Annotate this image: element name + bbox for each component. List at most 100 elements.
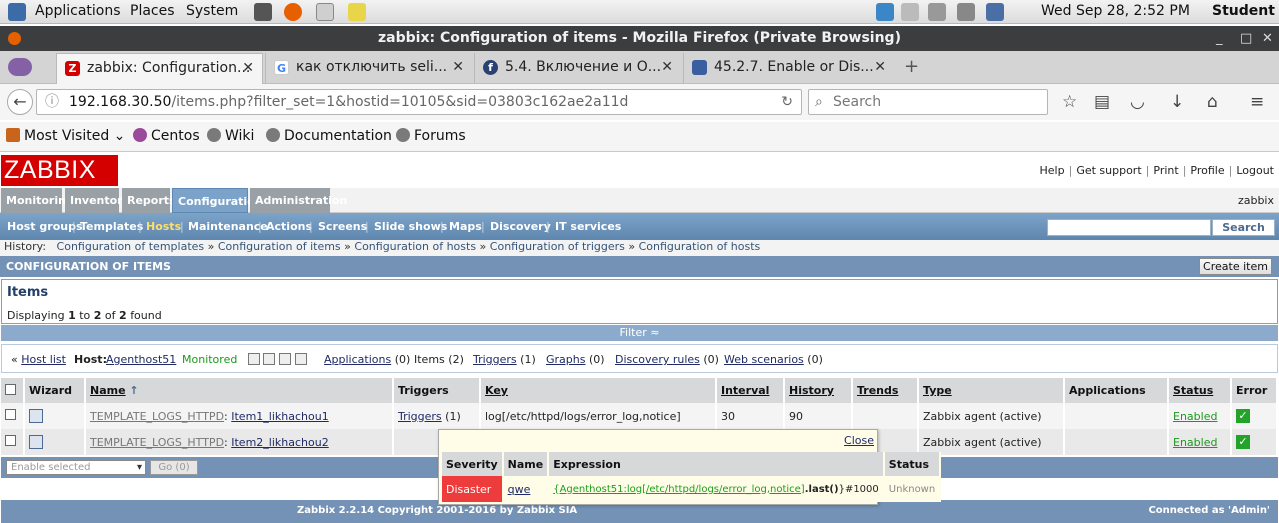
tab-google[interactable]: G как отключить seli... ✕ (265, 53, 472, 84)
mail-icon[interactable] (316, 3, 334, 21)
host-name-link[interactable]: Agenthost51 (106, 353, 176, 366)
bulk-action-select[interactable]: Enable selected ▾ (6, 460, 146, 475)
item-name-link[interactable]: Item1_likhachou1 (231, 410, 328, 423)
notes-icon[interactable] (348, 3, 366, 21)
download-icon[interactable]: ↓ (1170, 92, 1184, 112)
gnome-foot-icon[interactable] (8, 3, 26, 21)
history-link[interactable]: Configuration of hosts (354, 240, 476, 253)
filter-toggle[interactable]: Filter ≈ (1, 325, 1278, 341)
template-link[interactable]: TEMPLATE_LOGS_HTTPD (90, 436, 224, 449)
system-menu[interactable]: System (186, 3, 238, 19)
submenu-maps[interactable]: Maps (449, 213, 482, 240)
triggers-link[interactable]: Triggers (398, 410, 442, 423)
history-link[interactable]: Configuration of items (218, 240, 341, 253)
tab-docs[interactable]: 45.2.7. Enable or Dis... ✕ (683, 53, 894, 84)
close-tab-icon[interactable]: ✕ (242, 54, 254, 82)
volume-icon[interactable] (957, 3, 975, 21)
history-link[interactable]: Configuration of hosts (639, 240, 761, 253)
history-link[interactable]: Configuration of templates (57, 240, 205, 253)
user-menu[interactable]: Student (1212, 3, 1275, 19)
help-link[interactable]: Help (1040, 164, 1065, 177)
submenu-templates[interactable]: Templates (80, 213, 143, 240)
print-link[interactable]: Print (1153, 164, 1178, 177)
menu-reports[interactable]: Reports (122, 188, 176, 213)
reload-icon[interactable]: ↻ (781, 90, 793, 114)
bookmark-star-icon[interactable]: ☆ (1062, 92, 1077, 112)
menu-monitoring[interactable]: Monitoring (1, 188, 74, 213)
header-trends[interactable]: Trends (857, 384, 898, 397)
template-link[interactable]: TEMPLATE_LOGS_HTTPD (90, 410, 224, 423)
row-checkbox[interactable] (5, 435, 16, 446)
zabbix-logo[interactable]: ZABBIX (1, 155, 118, 186)
search-bar[interactable]: ⌕ Search (808, 89, 1048, 115)
create-item-button[interactable]: Create item (1199, 258, 1272, 275)
submenu-it-services[interactable]: IT services (555, 213, 621, 240)
bookmark-forums[interactable]: Forums (396, 128, 466, 144)
bookmark-centos[interactable]: Centos (133, 128, 200, 144)
header-type[interactable]: Type (923, 384, 952, 397)
close-window-icon[interactable]: ✕ (1262, 26, 1273, 51)
wizard-menu-icon[interactable] (29, 409, 43, 423)
menu-configuration[interactable]: Configuration (172, 188, 263, 213)
submenu-hosts[interactable]: Hosts (146, 213, 181, 240)
wizard-menu-icon[interactable] (29, 435, 43, 449)
applications-link[interactable]: Applications (324, 353, 391, 366)
zabbix-search-input[interactable] (1047, 219, 1211, 236)
history-link[interactable]: Configuration of triggers (490, 240, 625, 253)
get-support-link[interactable]: Get support (1076, 164, 1141, 177)
web-scenarios-link[interactable]: Web scenarios (724, 353, 804, 366)
hamburger-menu-icon[interactable]: ≡ (1250, 92, 1264, 112)
printer-icon[interactable] (901, 3, 919, 21)
places-menu[interactable]: Places (130, 3, 175, 19)
header-key[interactable]: Key (485, 384, 508, 397)
header-interval[interactable]: Interval (721, 384, 769, 397)
expression-host-link[interactable]: {Agenthost51:log[/etc/httpd/logs/error_l… (553, 484, 805, 495)
clock[interactable]: Wed Sep 28, 2:52 PM (1041, 3, 1190, 19)
zabbix-search-button[interactable]: Search (1212, 219, 1275, 236)
submenu-slide-shows[interactable]: Slide shows (374, 213, 447, 240)
close-tab-icon[interactable]: ✕ (452, 53, 464, 81)
bookmark-most-visited[interactable]: Most Visited ⌄ (6, 128, 125, 144)
status-toggle[interactable]: Enabled (1173, 436, 1217, 449)
header-name[interactable]: Name (90, 384, 126, 397)
home-icon[interactable]: ⌂ (1207, 92, 1218, 112)
submenu-screens[interactable]: Screens (318, 213, 367, 240)
trigger-name-link[interactable]: qwe (508, 483, 531, 496)
header-status[interactable]: Status (1173, 384, 1213, 397)
row-checkbox[interactable] (5, 409, 16, 420)
bookmark-wiki[interactable]: Wiki (207, 128, 254, 144)
display-icon[interactable] (986, 3, 1004, 21)
maximize-icon[interactable]: □ (1240, 26, 1252, 51)
tab-fedora[interactable]: f 5.4. Включение и О... ✕ (474, 53, 681, 84)
triggers-link[interactable]: Triggers (473, 353, 517, 366)
menu-administration[interactable]: Administration (250, 188, 347, 213)
select-all-checkbox[interactable] (5, 383, 16, 395)
submenu-discovery[interactable]: Discovery (490, 213, 551, 240)
logout-link[interactable]: Logout (1236, 164, 1274, 177)
reading-list-icon[interactable]: ▤ (1094, 92, 1110, 112)
popup-close-link[interactable]: Close (844, 434, 874, 447)
go-button[interactable]: Go (0) (150, 460, 198, 475)
close-tab-icon[interactable]: ✕ (661, 53, 673, 81)
network-icon[interactable] (928, 3, 946, 21)
back-icon[interactable]: ← (7, 89, 33, 115)
submenu-actions[interactable]: Actions (266, 213, 312, 240)
menu-inventory[interactable]: Inventory (65, 188, 130, 213)
applications-menu[interactable]: Applications (35, 3, 121, 19)
tab-zabbix[interactable]: Z zabbix: Configuration... ✕ (56, 53, 263, 84)
url-bar[interactable]: ⓘ 192.168.30.50/items.php?filter_set=1&h… (36, 89, 802, 115)
status-toggle[interactable]: Enabled (1173, 410, 1217, 423)
header-history[interactable]: History (789, 384, 834, 397)
pocket-icon[interactable]: ◡ (1130, 92, 1145, 112)
host-list-link[interactable]: Host list (21, 353, 66, 366)
bookmark-documentation[interactable]: Documentation (266, 128, 392, 144)
minimize-icon[interactable]: _ (1216, 26, 1223, 51)
submenu-maintenance[interactable]: Maintenance (188, 213, 268, 240)
discovery-rules-link[interactable]: Discovery rules (615, 353, 700, 366)
new-tab-icon[interactable]: + (904, 56, 919, 77)
info-icon[interactable]: ⓘ (45, 90, 59, 114)
firefox-icon[interactable] (284, 3, 302, 21)
update-icon[interactable] (876, 3, 894, 21)
close-tab-icon[interactable]: ✕ (874, 53, 886, 81)
graphs-link[interactable]: Graphs (546, 353, 585, 366)
